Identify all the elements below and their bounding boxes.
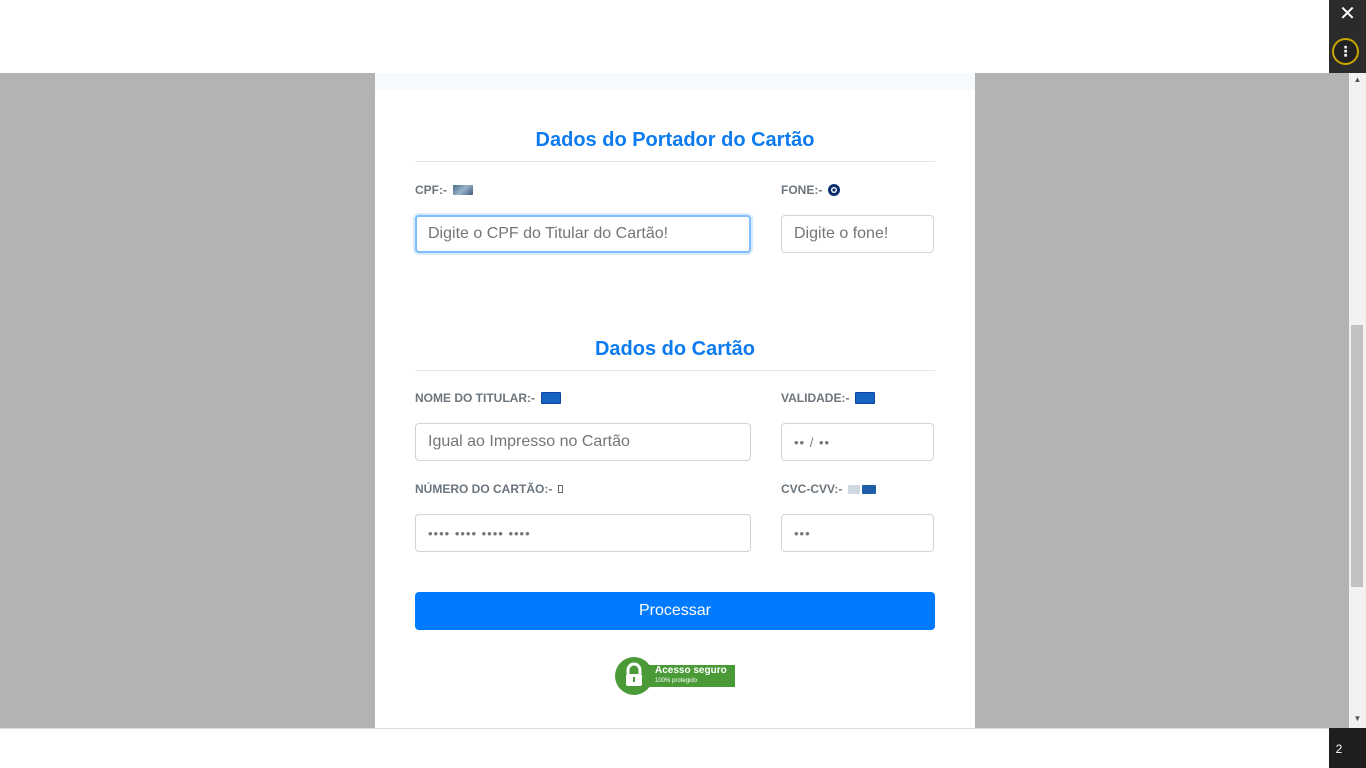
holder-section-title: Dados do Portador do Cartão (535, 129, 815, 151)
scroll-up-arrow-icon[interactable]: ▲ (1349, 73, 1366, 87)
notification-count: 2 (1335, 742, 1343, 756)
cpf-input[interactable] (415, 215, 751, 253)
name-label-row: NOME DO TITULAR:- (415, 391, 561, 405)
cpf-label-row: CPF:- (415, 183, 473, 197)
secure-banner: Acesso seguro 100% protegido (643, 665, 735, 687)
expiry-label-row: VALIDADE:- (781, 391, 876, 405)
cvc-label: CVC-CVV:- (781, 482, 843, 496)
card-number-label: NÚMERO DO CARTÃO:- (415, 482, 553, 496)
divider (415, 161, 935, 162)
more-options-icon[interactable]: ⋮ (1332, 38, 1359, 65)
phone-input[interactable] (781, 215, 934, 253)
number-label-row: NÚMERO DO CARTÃO:- (415, 482, 564, 496)
scrollbar-thumb[interactable] (1351, 325, 1363, 587)
divider (415, 370, 935, 371)
holder-name-label: NOME DO TITULAR:- (415, 391, 535, 405)
card-back-icon (848, 484, 877, 494)
card-section-title: Dados do Cartão (594, 338, 756, 360)
secure-access-badge: Acesso seguro 100% protegido (615, 657, 735, 695)
card-number-input[interactable] (415, 514, 751, 552)
cvc-label-row: CVC-CVV:- (781, 482, 877, 496)
notification-icon[interactable]: 2 (1328, 738, 1350, 760)
bottom-bar (0, 728, 1329, 768)
expiry-label: VALIDADE:- (781, 391, 850, 405)
close-icon[interactable]: ✕ (1329, 0, 1366, 30)
cpf-label: CPF:- (415, 183, 447, 197)
phone-label-row: FONE:- (781, 183, 841, 197)
lock-icon (615, 657, 653, 695)
whatsapp-icon (828, 184, 841, 196)
id-card-icon (453, 185, 473, 195)
scroll-down-arrow-icon[interactable]: ▼ (1349, 712, 1366, 726)
browser-top-area (0, 0, 1329, 73)
broken-image-icon (558, 485, 564, 493)
cvc-input[interactable] (781, 514, 934, 552)
secure-title: Acesso seguro (655, 665, 727, 676)
card-icon (855, 392, 876, 404)
card-header-strip (375, 73, 975, 90)
payment-form-card: Dados do Portador do Cartão CPF:- FONE:-… (375, 73, 975, 728)
card-icon (540, 392, 561, 404)
holder-name-input[interactable] (415, 423, 751, 461)
process-button[interactable]: Processar (415, 592, 935, 630)
phone-label: FONE:- (781, 183, 823, 197)
expiry-input[interactable] (781, 423, 934, 461)
secure-subtitle: 100% protegido (655, 678, 698, 684)
